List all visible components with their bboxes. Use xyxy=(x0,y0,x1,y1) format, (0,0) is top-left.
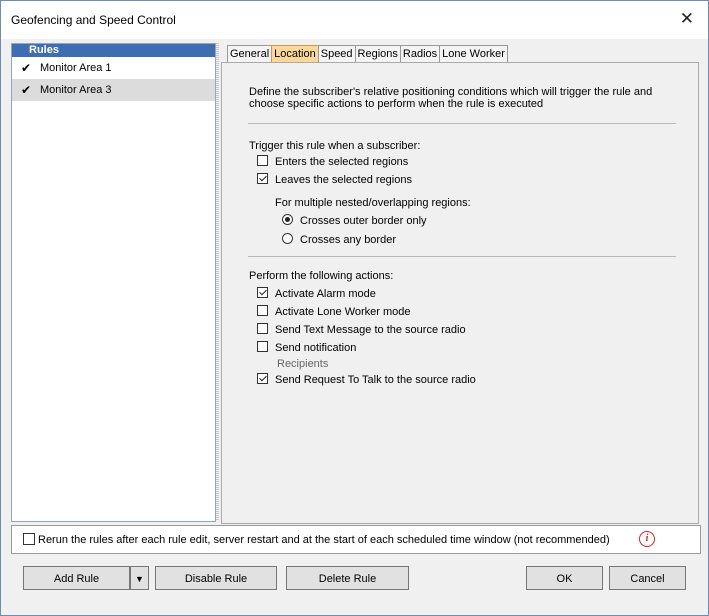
window-title: Geofencing and Speed Control xyxy=(11,13,176,27)
send-notification-label: Send notification xyxy=(275,342,357,354)
leaves-regions-checkbox[interactable] xyxy=(257,173,268,184)
location-tab-content: Define the subscriber's relative positio… xyxy=(221,62,699,524)
send-text-message-label: Send Text Message to the source radio xyxy=(275,324,466,336)
rules-panel: Rules ✔ Monitor Area 1 ✔ Monitor Area 3 xyxy=(11,43,216,522)
rerun-checkbox[interactable] xyxy=(23,533,35,545)
leaves-regions-label: Leaves the selected regions xyxy=(275,174,412,186)
send-request-to-talk-checkbox[interactable] xyxy=(257,373,268,384)
enters-regions-checkbox[interactable] xyxy=(257,155,268,166)
delete-rule-button[interactable]: Delete Rule xyxy=(286,566,409,590)
rule-label: Monitor Area 1 xyxy=(40,62,112,74)
tab-radios[interactable]: Radios xyxy=(399,45,441,62)
rule-checkbox[interactable]: ✔ xyxy=(21,57,31,79)
close-icon[interactable]: ✕ xyxy=(680,9,694,29)
tab-lone-worker[interactable]: Lone Worker xyxy=(439,45,508,62)
divider xyxy=(248,123,676,124)
rerun-option: Rerun the rules after each rule edit, se… xyxy=(11,525,701,554)
tab-regions[interactable]: Regions xyxy=(354,45,401,62)
divider xyxy=(248,256,676,257)
send-notification-checkbox[interactable] xyxy=(257,341,268,352)
rule-item-monitor-area-1[interactable]: ✔ Monitor Area 1 xyxy=(12,57,215,79)
panel-splitter[interactable] xyxy=(216,43,219,520)
cancel-button[interactable]: Cancel xyxy=(609,566,686,590)
location-description: Define the subscriber's relative positio… xyxy=(249,86,653,110)
tab-general[interactable]: General xyxy=(227,45,273,62)
rule-item-monitor-area-3[interactable]: ✔ Monitor Area 3 xyxy=(12,79,215,101)
crosses-outer-radio[interactable] xyxy=(282,214,293,225)
dialog-window: Geofencing and Speed Control ✕ Rules ✔ M… xyxy=(0,0,709,616)
activate-alarm-label: Activate Alarm mode xyxy=(275,288,376,300)
recipients-label: Recipients xyxy=(277,358,329,370)
disable-rule-button[interactable]: Disable Rule xyxy=(155,566,277,590)
title-bar: Geofencing and Speed Control ✕ xyxy=(1,1,708,39)
trigger-heading: Trigger this rule when a subscriber: xyxy=(249,140,421,152)
rerun-label: Rerun the rules after each rule edit, se… xyxy=(38,534,610,546)
activate-lone-worker-label: Activate Lone Worker mode xyxy=(275,306,411,318)
activate-alarm-checkbox[interactable] xyxy=(257,287,268,298)
tab-location[interactable]: Location xyxy=(271,45,319,62)
crosses-any-label: Crosses any border xyxy=(300,234,396,246)
nested-heading: For multiple nested/overlapping regions: xyxy=(275,197,471,209)
rule-checkbox[interactable]: ✔ xyxy=(21,79,31,101)
add-rule-button[interactable]: Add Rule xyxy=(23,566,130,590)
rules-header: Rules xyxy=(12,44,215,57)
add-rule-dropdown-button[interactable]: ▼ xyxy=(130,566,149,590)
send-request-to-talk-label: Send Request To Talk to the source radio xyxy=(275,374,476,386)
crosses-any-radio[interactable] xyxy=(282,233,293,244)
crosses-outer-label: Crosses outer border only xyxy=(300,215,427,227)
ok-button[interactable]: OK xyxy=(526,566,603,590)
info-icon[interactable]: i xyxy=(639,531,655,547)
actions-heading: Perform the following actions: xyxy=(249,270,394,282)
tab-speed[interactable]: Speed xyxy=(317,45,356,62)
activate-lone-worker-checkbox[interactable] xyxy=(257,305,268,316)
tab-bar: General Location Speed Regions Radios Lo… xyxy=(227,45,508,62)
rule-label: Monitor Area 3 xyxy=(40,84,112,96)
send-text-message-checkbox[interactable] xyxy=(257,323,268,334)
enters-regions-label: Enters the selected regions xyxy=(275,156,409,168)
